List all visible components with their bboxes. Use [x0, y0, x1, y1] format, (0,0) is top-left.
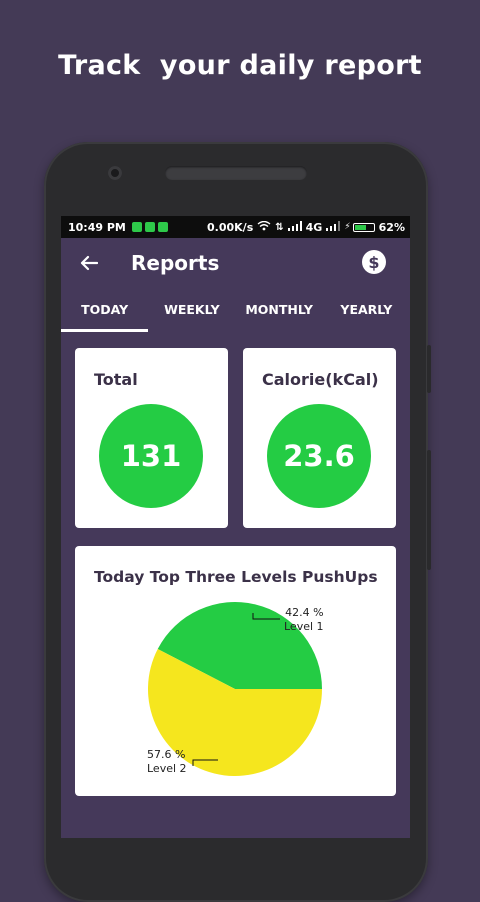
total-label: Total: [94, 370, 138, 389]
slice-name: Level 1: [284, 620, 324, 633]
dollar-button[interactable]: $: [362, 250, 386, 274]
back-button[interactable]: [76, 250, 102, 276]
battery-percent: 62%: [378, 220, 405, 234]
tab-monthly[interactable]: MONTHLY: [236, 292, 323, 332]
network-type: 4G: [305, 220, 323, 234]
front-camera: [108, 166, 122, 180]
app-bar: Reports $: [61, 238, 410, 290]
battery-icon: ⚡: [344, 222, 375, 232]
notification-icon: [131, 222, 142, 232]
notification-icon: [144, 222, 155, 232]
promo-headline: Track your daily report: [58, 50, 422, 81]
status-bar: 10:49 PM 0.00K/s ⇅ 4G ⚡ 62%: [61, 216, 410, 238]
total-value-circle: 131: [99, 404, 203, 508]
tab-today[interactable]: TODAY: [61, 292, 149, 332]
power-button: [427, 450, 431, 570]
signal-icon: [287, 220, 302, 234]
notification-icon: [157, 222, 168, 232]
slice-percent: 57.6 %: [147, 748, 186, 761]
slice-label-level-1: 42.4 % Level 1: [284, 606, 324, 634]
total-value: 131: [120, 439, 182, 473]
speaker-grille: [165, 166, 307, 180]
calorie-value-circle: 23.6: [267, 404, 371, 508]
network-speed: 0.00K/s: [207, 220, 254, 234]
pie-chart-card: Today Top Three Levels PushUps 42.4 % Le…: [75, 546, 396, 796]
calorie-label: Calorie(kCal): [262, 370, 379, 389]
pie-chart: [147, 602, 322, 776]
tab-yearly[interactable]: YEARLY: [323, 292, 410, 332]
slice-percent: 42.4 %: [285, 606, 324, 619]
status-time: 10:49 PM: [68, 220, 126, 234]
calorie-value: 23.6: [283, 439, 355, 473]
dollar-icon: $: [368, 252, 380, 272]
volume-button: [427, 345, 431, 393]
data-transfer-icon: ⇅: [275, 221, 284, 233]
page-title: Reports: [131, 251, 220, 275]
slice-label-level-2: 57.6 % Level 2: [147, 748, 187, 776]
arrow-left-icon: [80, 255, 98, 271]
signal-icon: [326, 220, 341, 234]
app-screen: 10:49 PM 0.00K/s ⇅ 4G ⚡ 62% Reports $ TO…: [61, 216, 410, 838]
tab-bar: TODAY WEEKLY MONTHLY YEARLY: [61, 292, 410, 332]
total-card: Total 131: [75, 348, 228, 528]
tab-weekly[interactable]: WEEKLY: [148, 292, 235, 332]
calorie-card: Calorie(kCal) 23.6: [243, 348, 396, 528]
wifi-icon: [257, 220, 271, 234]
slice-name: Level 2: [147, 762, 187, 775]
